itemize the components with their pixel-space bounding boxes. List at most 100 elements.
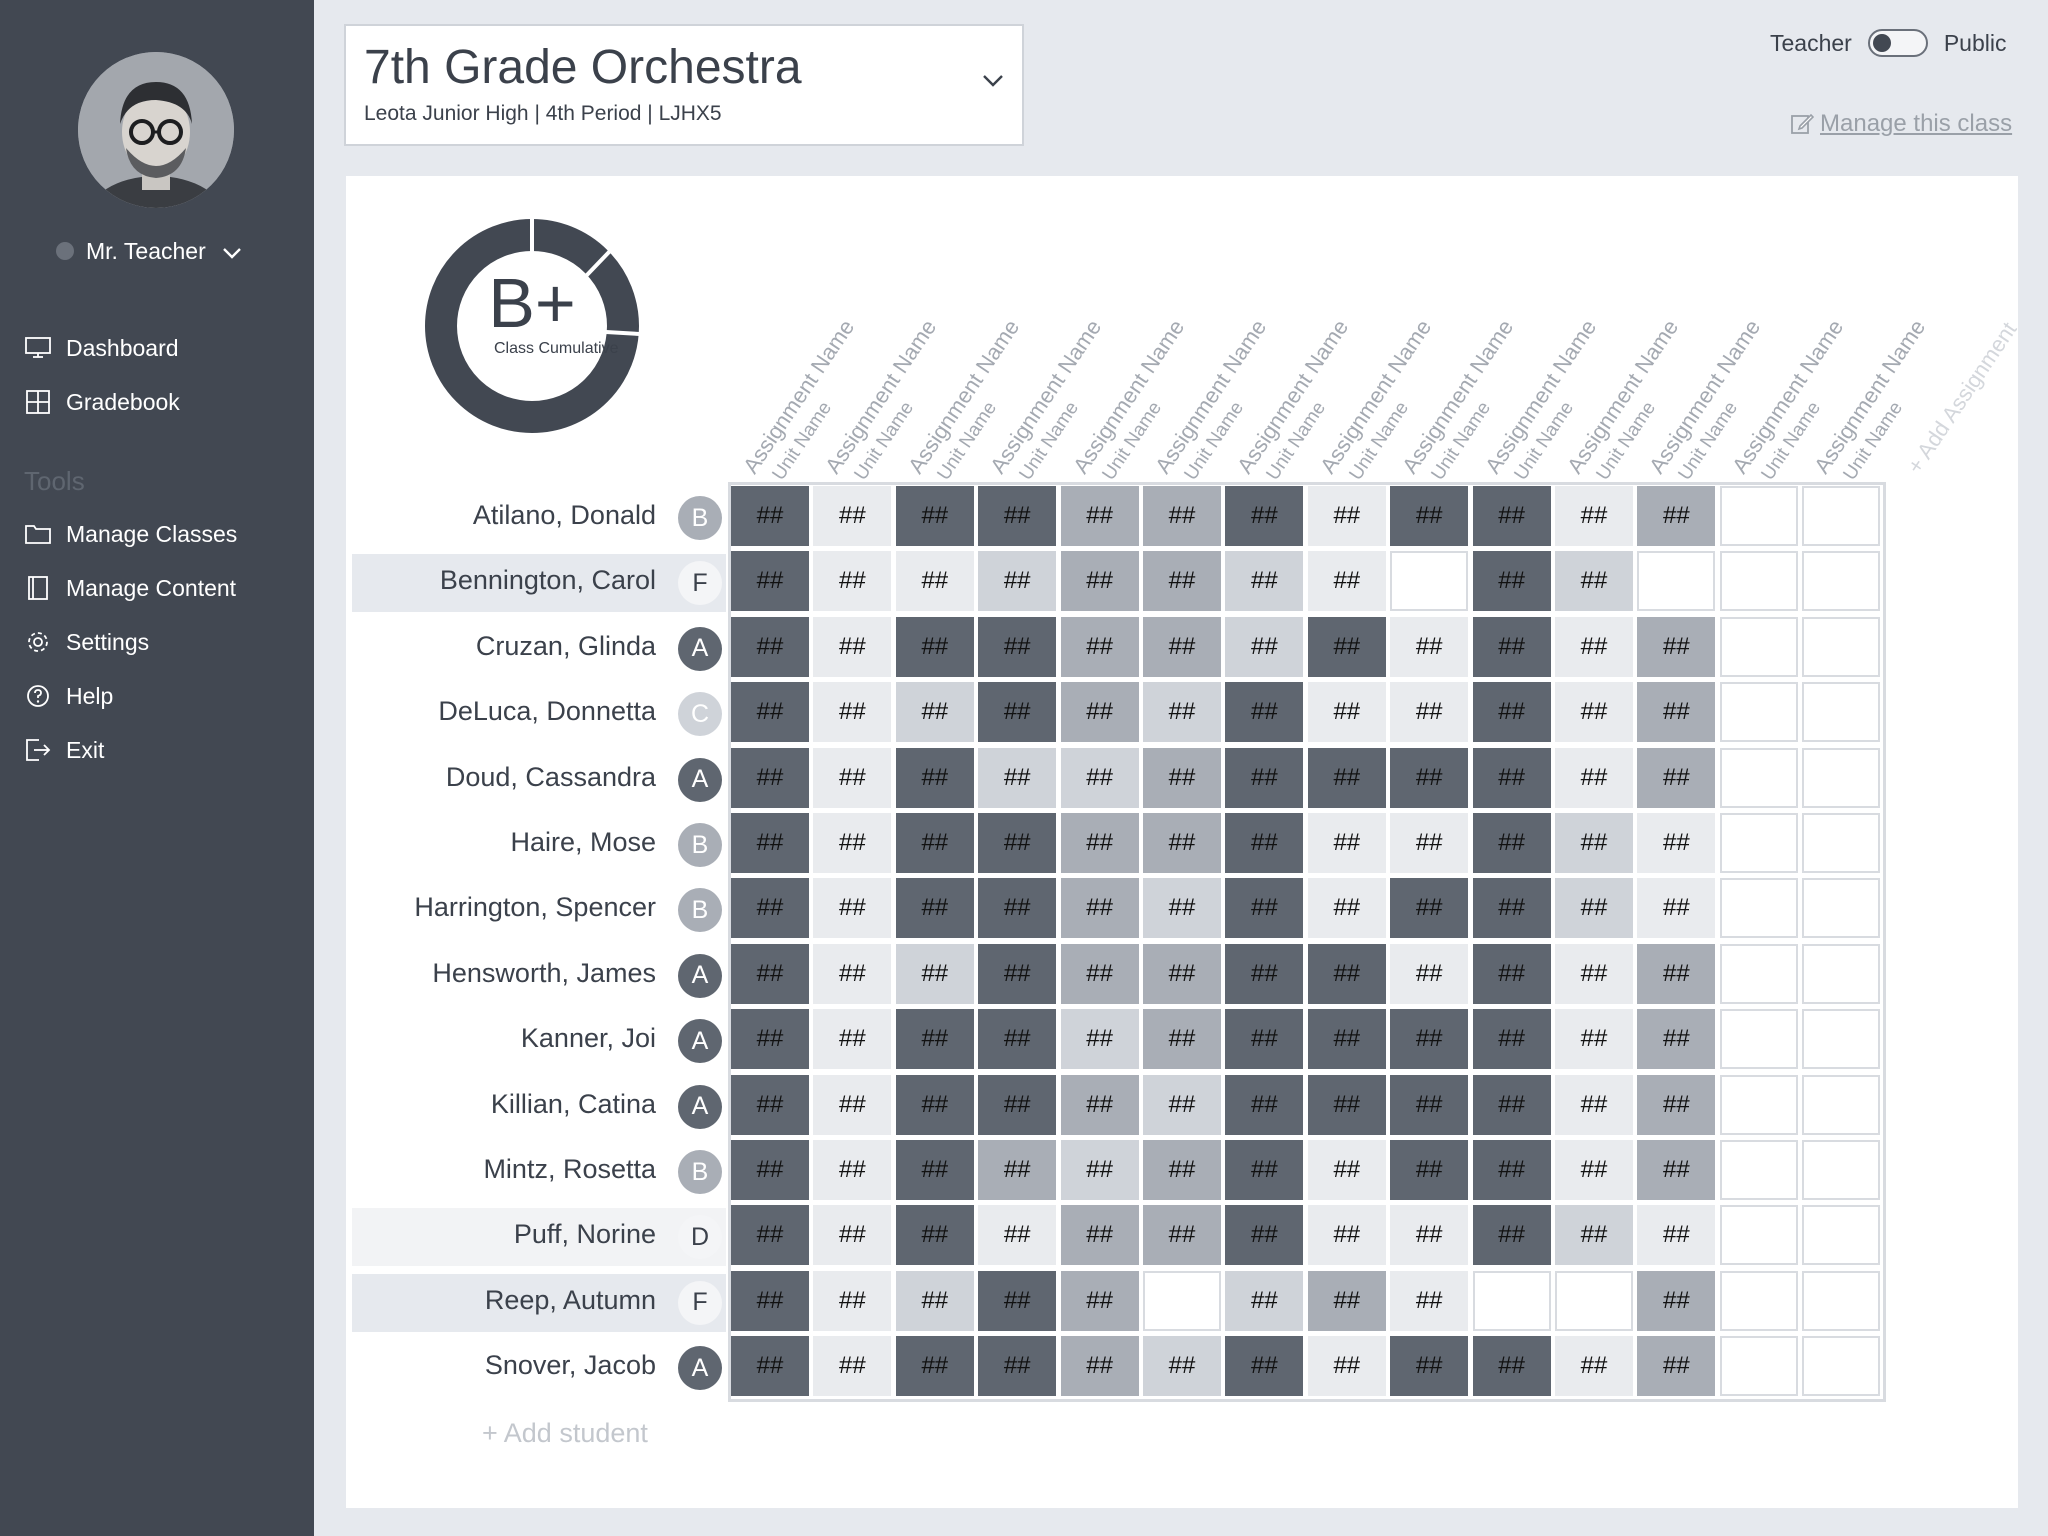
- grade-cell[interactable]: ##: [1225, 486, 1304, 546]
- grade-cell[interactable]: ##: [895, 1009, 974, 1070]
- grade-cell[interactable]: [1719, 1140, 1798, 1200]
- student-name[interactable]: Bennington, Carol: [276, 565, 656, 596]
- grade-cell[interactable]: ##: [978, 943, 1057, 1004]
- grade-cell[interactable]: ##: [731, 551, 809, 612]
- grade-cell[interactable]: ##: [1307, 682, 1386, 743]
- grade-cell[interactable]: ##: [1307, 616, 1386, 677]
- grade-cell[interactable]: ##: [1472, 682, 1551, 743]
- grade-cell[interactable]: [1802, 1336, 1881, 1397]
- grade-cell[interactable]: ##: [813, 551, 892, 612]
- grade-cell[interactable]: ##: [1637, 1074, 1716, 1135]
- grade-cell[interactable]: ##: [1390, 1336, 1469, 1397]
- grade-cell[interactable]: ##: [1637, 486, 1716, 546]
- grade-cell[interactable]: ##: [1143, 682, 1221, 743]
- grade-cell[interactable]: ##: [1555, 747, 1633, 808]
- grade-cell[interactable]: ##: [1143, 1009, 1221, 1070]
- grade-cell[interactable]: ##: [1472, 1074, 1551, 1135]
- grade-cell[interactable]: ##: [813, 1205, 892, 1266]
- nav-gradebook[interactable]: Gradebook: [24, 384, 180, 420]
- grade-cell[interactable]: ##: [1555, 1074, 1633, 1135]
- grade-cell[interactable]: ##: [1225, 813, 1304, 873]
- grade-cell[interactable]: [1719, 486, 1798, 546]
- grade-cell[interactable]: ##: [978, 1140, 1057, 1200]
- grade-cell[interactable]: ##: [895, 616, 974, 677]
- grade-cell[interactable]: ##: [1637, 616, 1716, 677]
- student-name[interactable]: Atilano, Donald: [276, 500, 656, 531]
- grade-cell[interactable]: [1802, 551, 1881, 612]
- grade-cell[interactable]: ##: [1472, 1205, 1551, 1266]
- student-name[interactable]: Haire, Mose: [276, 827, 656, 858]
- grade-cell[interactable]: ##: [1143, 1205, 1221, 1266]
- grade-cell[interactable]: [1802, 878, 1881, 939]
- grade-cell[interactable]: ##: [978, 551, 1057, 612]
- grade-cell[interactable]: ##: [1307, 1140, 1386, 1200]
- grade-cell[interactable]: ##: [1555, 813, 1633, 873]
- grade-cell[interactable]: ##: [1307, 813, 1386, 873]
- nav-manage-classes[interactable]: Manage Classes: [24, 516, 237, 552]
- grade-cell[interactable]: ##: [1143, 486, 1221, 546]
- grade-cell[interactable]: ##: [813, 1336, 892, 1397]
- grade-cell[interactable]: ##: [1143, 943, 1221, 1004]
- grade-cell[interactable]: ##: [978, 747, 1057, 808]
- grade-cell[interactable]: [1555, 1270, 1633, 1331]
- grade-cell[interactable]: ##: [895, 1270, 974, 1331]
- grade-cell[interactable]: ##: [813, 943, 892, 1004]
- grade-cell[interactable]: ##: [978, 682, 1057, 743]
- grade-cell[interactable]: ##: [1637, 1009, 1716, 1070]
- teacher-public-toggle[interactable]: [1867, 29, 1928, 57]
- grade-cell[interactable]: ##: [1555, 682, 1633, 743]
- grade-cell[interactable]: ##: [1225, 747, 1304, 808]
- student-name[interactable]: Kanner, Joi: [276, 1023, 656, 1054]
- grade-cell[interactable]: ##: [1307, 1074, 1386, 1135]
- grade-cell[interactable]: ##: [1390, 486, 1469, 546]
- grade-cell[interactable]: ##: [731, 747, 809, 808]
- grade-cell[interactable]: [1719, 747, 1798, 808]
- grade-cell[interactable]: ##: [1390, 682, 1469, 743]
- grade-cell[interactable]: ##: [1472, 813, 1551, 873]
- grade-cell[interactable]: ##: [1307, 1205, 1386, 1266]
- grade-cell[interactable]: ##: [978, 1270, 1057, 1331]
- grade-cell[interactable]: ##: [731, 943, 809, 1004]
- grade-cell[interactable]: ##: [1307, 1336, 1386, 1397]
- grade-cell[interactable]: ##: [1390, 1074, 1469, 1135]
- grade-cell[interactable]: ##: [978, 486, 1057, 546]
- add-student-button[interactable]: + Add student: [482, 1418, 648, 1449]
- student-name[interactable]: Killian, Catina: [276, 1089, 656, 1120]
- grade-cell[interactable]: [1637, 551, 1716, 612]
- grade-cell[interactable]: ##: [731, 878, 809, 939]
- grade-cell[interactable]: ##: [1555, 1205, 1633, 1266]
- grade-cell[interactable]: ##: [1060, 1140, 1139, 1200]
- class-selector-dropdown[interactable]: 7th Grade Orchestra Leota Junior High | …: [344, 24, 1024, 146]
- grade-cell[interactable]: ##: [978, 1074, 1057, 1135]
- grade-cell[interactable]: ##: [731, 1074, 809, 1135]
- grade-cell[interactable]: ##: [813, 878, 892, 939]
- grade-cell[interactable]: ##: [813, 747, 892, 808]
- grade-cell[interactable]: ##: [1225, 1140, 1304, 1200]
- grade-cell[interactable]: [1802, 813, 1881, 873]
- grade-cell[interactable]: ##: [1060, 1336, 1139, 1397]
- grade-cell[interactable]: ##: [978, 813, 1057, 873]
- grade-cell[interactable]: ##: [1390, 747, 1469, 808]
- grade-cell[interactable]: ##: [1390, 943, 1469, 1004]
- grade-cell[interactable]: [1719, 813, 1798, 873]
- student-name[interactable]: DeLuca, Donnetta: [276, 696, 656, 727]
- grade-cell[interactable]: ##: [1143, 551, 1221, 612]
- grade-cell[interactable]: ##: [1225, 551, 1304, 612]
- grade-cell[interactable]: ##: [978, 1009, 1057, 1070]
- grade-cell[interactable]: [1390, 551, 1469, 612]
- grade-cell[interactable]: ##: [1307, 551, 1386, 612]
- grade-cell[interactable]: ##: [1060, 747, 1139, 808]
- grade-cell[interactable]: ##: [1060, 682, 1139, 743]
- grade-cell[interactable]: ##: [895, 943, 974, 1004]
- grade-cell[interactable]: ##: [1225, 1336, 1304, 1397]
- grade-cell[interactable]: ##: [1307, 1270, 1386, 1331]
- student-name[interactable]: Mintz, Rosetta: [276, 1154, 656, 1185]
- grade-cell[interactable]: ##: [1143, 813, 1221, 873]
- grade-cell[interactable]: ##: [1472, 1140, 1551, 1200]
- nav-dashboard[interactable]: Dashboard: [24, 330, 179, 366]
- grade-cell[interactable]: ##: [813, 486, 892, 546]
- grade-cell[interactable]: ##: [1555, 878, 1633, 939]
- grade-cell[interactable]: ##: [731, 1140, 809, 1200]
- grade-cell[interactable]: ##: [731, 1270, 809, 1331]
- grade-cell[interactable]: ##: [1472, 747, 1551, 808]
